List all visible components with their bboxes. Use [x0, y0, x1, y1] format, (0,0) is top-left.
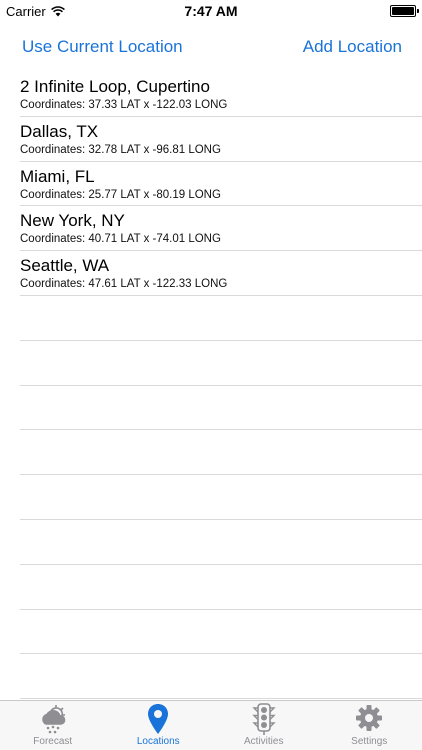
empty-row: [20, 296, 422, 341]
location-row[interactable]: Seattle, WA Coordinates: 47.61 LAT x -12…: [20, 251, 422, 296]
app-screen: Carrier 7:47 AM Use Current Location Add…: [0, 0, 422, 750]
tab-locations[interactable]: Locations: [106, 701, 212, 750]
location-coordinates: Coordinates: 25.77 LAT x -80.19 LONG: [20, 188, 221, 201]
locations-list: 2 Infinite Loop, Cupertino Coordinates: …: [20, 72, 422, 700]
empty-row: [20, 386, 422, 431]
tab-forecast[interactable]: Forecast: [0, 701, 106, 750]
use-current-location-button[interactable]: Use Current Location: [22, 37, 183, 57]
status-bar: Carrier 7:47 AM: [0, 0, 422, 22]
location-row[interactable]: 2 Infinite Loop, Cupertino Coordinates: …: [20, 72, 422, 117]
location-row[interactable]: New York, NY Coordinates: 40.71 LAT x -7…: [20, 206, 422, 252]
add-location-button[interactable]: Add Location: [303, 37, 402, 57]
empty-row: [20, 430, 422, 476]
empty-row: [20, 475, 422, 520]
empty-row: [20, 520, 422, 565]
battery-icon: [390, 5, 419, 17]
weather-icon: [41, 705, 66, 734]
status-left: Carrier: [6, 4, 65, 19]
tab-label: Activities: [244, 736, 284, 747]
location-name: Seattle, WA: [20, 256, 110, 276]
location-row[interactable]: Dallas, TX Coordinates: 32.78 LAT x -96.…: [20, 117, 422, 162]
location-coordinates: Coordinates: 37.33 LAT x -122.03 LONG: [20, 99, 228, 111]
location-coordinates: Coordinates: 47.61 LAT x -122.33 LONG: [20, 278, 228, 291]
gear-icon: [356, 705, 383, 731]
empty-row: [20, 610, 422, 655]
tab-label: Forecast: [33, 736, 73, 747]
location-name: Dallas, TX: [20, 121, 99, 141]
location-name: Miami, FL: [20, 166, 95, 186]
empty-row: [20, 565, 422, 610]
empty-row: [20, 654, 422, 700]
location-name: 2 Infinite Loop, Cupertino: [20, 77, 210, 96]
tab-label: Settings: [351, 736, 388, 747]
location-coordinates: Coordinates: 32.78 LAT x -96.81 LONG: [20, 143, 221, 156]
location-row[interactable]: Miami, FL Coordinates: 25.77 LAT x -80.1…: [20, 162, 422, 207]
traffic-light-icon: [252, 703, 276, 735]
carrier-label: Carrier: [6, 3, 46, 19]
tab-label: Locations: [136, 736, 180, 747]
tab-activities[interactable]: Activities: [211, 701, 317, 750]
battery-fill: [392, 7, 414, 15]
location-coordinates: Coordinates: 40.71 LAT x -74.01 LONG: [20, 233, 221, 246]
location-pin-icon: [148, 704, 169, 734]
wifi-icon: [50, 5, 65, 16]
tab-settings[interactable]: Settings: [317, 701, 422, 750]
location-name: New York, NY: [20, 211, 125, 231]
empty-row: [20, 341, 422, 386]
tab-bar: Forecast Locations Activities Settings: [0, 700, 422, 750]
navigation-bar: Use Current Location Add Location: [0, 22, 422, 72]
